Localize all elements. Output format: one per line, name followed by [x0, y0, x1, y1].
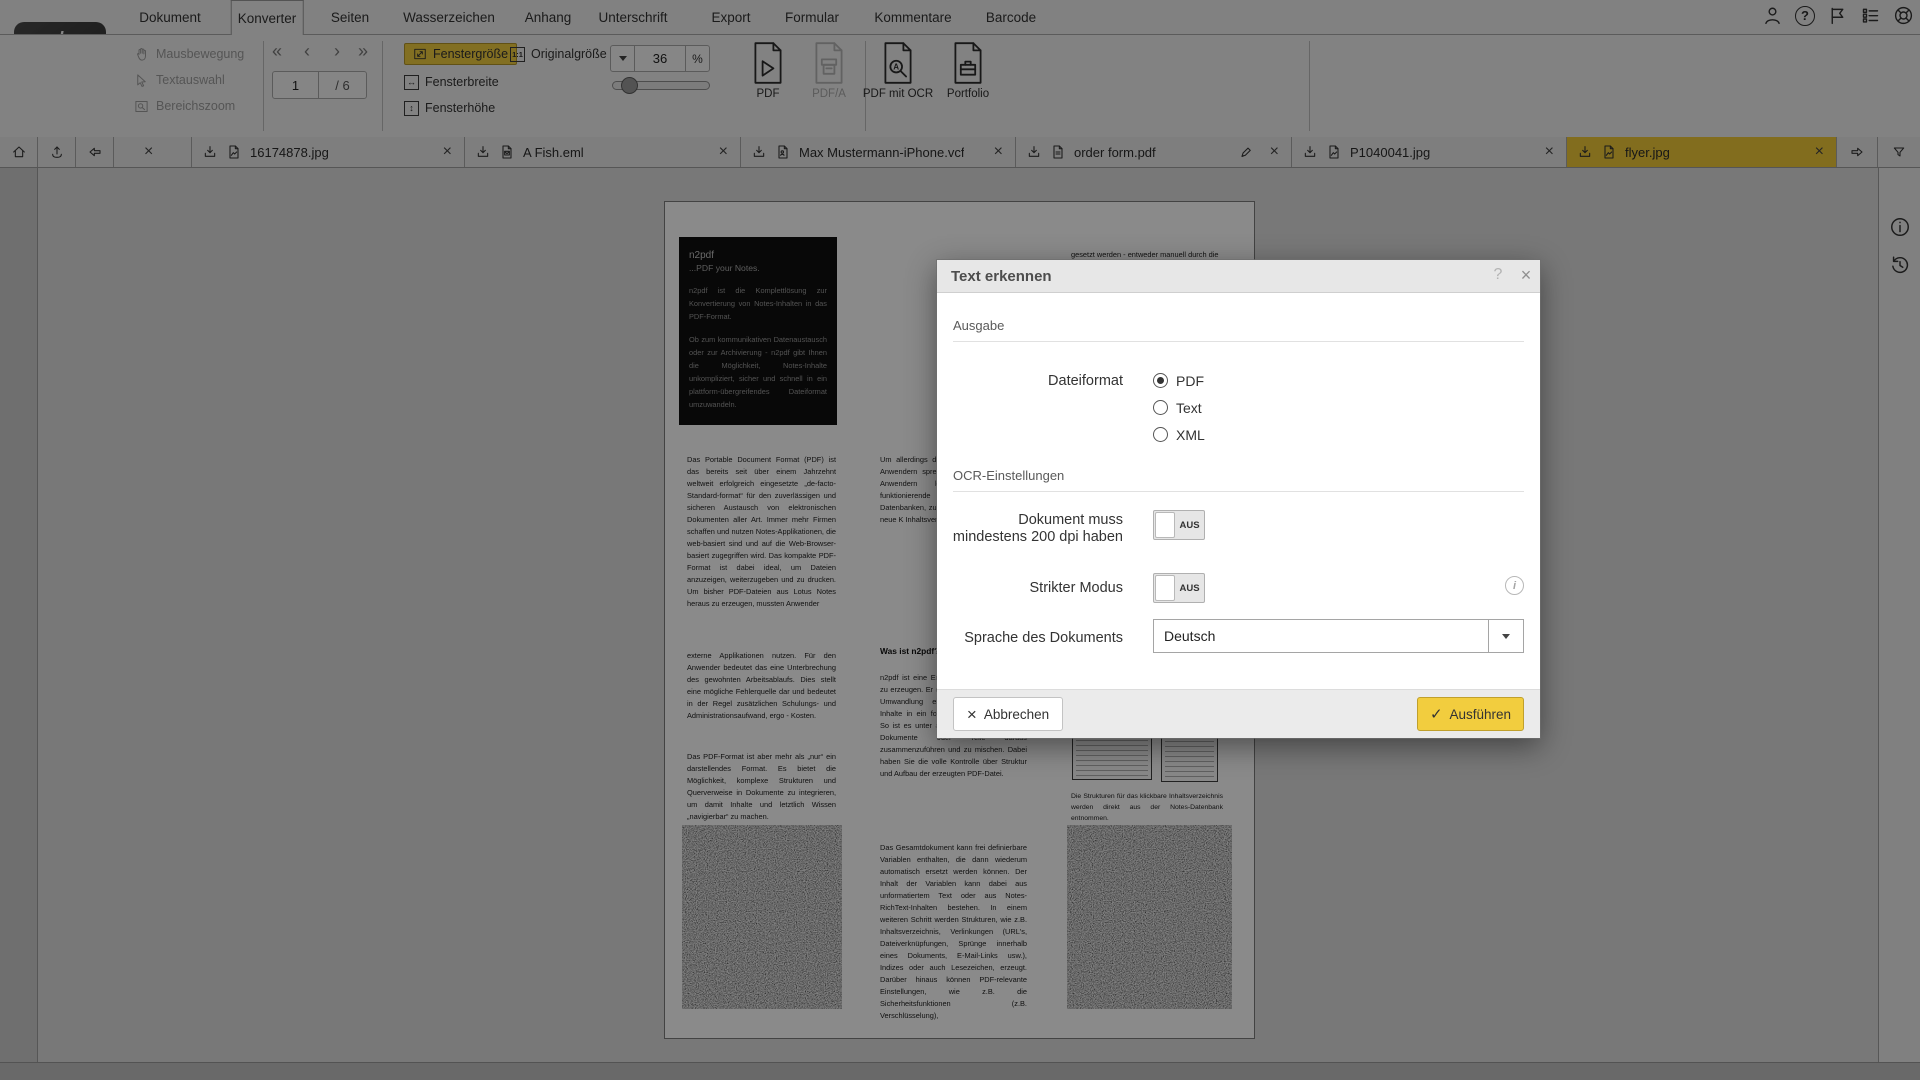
radio-option-xml[interactable]: XML [1153, 426, 1205, 443]
toggle-state-label: AUS [1175, 583, 1204, 594]
radio-label: PDF [1176, 373, 1204, 389]
dialog-help-icon[interactable]: ? [1488, 266, 1508, 286]
dpi-label: Dokument muss mindestens 200 dpi haben [937, 512, 1123, 546]
select-dropdown-button[interactable] [1488, 620, 1523, 652]
radio-label: XML [1176, 427, 1205, 443]
language-select[interactable]: Deutsch [1153, 619, 1524, 653]
run-button[interactable]: ✓ Ausführen [1417, 697, 1524, 731]
radio-option-text[interactable]: Text [1153, 399, 1202, 416]
radio-icon[interactable] [1153, 373, 1168, 388]
strict-mode-info-icon[interactable]: i [1505, 576, 1524, 595]
radio-label: Text [1176, 400, 1202, 416]
section-divider [953, 341, 1524, 342]
section-label-ocr: OCR-Einstellungen [953, 468, 1064, 483]
dpi-label-line1: Dokument muss [1018, 512, 1123, 528]
language-label: Sprache des Dokuments [937, 630, 1123, 647]
radio-icon[interactable] [1153, 400, 1168, 415]
radio-option-pdf[interactable]: PDF [1153, 372, 1204, 389]
dialog-title: Text erkennen [951, 268, 1052, 285]
cancel-button[interactable]: × Abbrechen [953, 697, 1063, 731]
dialog-close-icon[interactable]: × [1516, 265, 1536, 285]
toggle-knob[interactable] [1155, 512, 1175, 538]
checkmark-icon: ✓ [1430, 707, 1443, 722]
section-divider [953, 491, 1524, 492]
run-button-label: Ausführen [1450, 707, 1512, 722]
toggle-state-label: AUS [1175, 520, 1204, 531]
toggle-knob[interactable] [1155, 575, 1175, 601]
chevron-down-icon [1502, 634, 1510, 639]
app-window: web pdf webPDF 8.0.0.1945 Dokument Konve… [0, 0, 1920, 1080]
strict-mode-toggle[interactable]: AUS [1153, 573, 1205, 603]
dialog-title-bar[interactable]: Text erkennen [937, 260, 1540, 293]
dpi-label-line2: mindestens 200 dpi haben [953, 529, 1123, 545]
close-x-icon: × [967, 706, 977, 723]
dpi-toggle[interactable]: AUS [1153, 510, 1205, 540]
cancel-button-label: Abbrechen [984, 707, 1049, 722]
format-label: Dateiformat [937, 373, 1123, 390]
language-selected-value: Deutsch [1164, 628, 1215, 644]
text-recognition-dialog: Text erkennen ? × Ausgabe Dateiformat PD… [937, 260, 1540, 738]
section-label-output: Ausgabe [953, 318, 1004, 333]
radio-icon[interactable] [1153, 427, 1168, 442]
strict-mode-label: Strikter Modus [937, 580, 1123, 597]
